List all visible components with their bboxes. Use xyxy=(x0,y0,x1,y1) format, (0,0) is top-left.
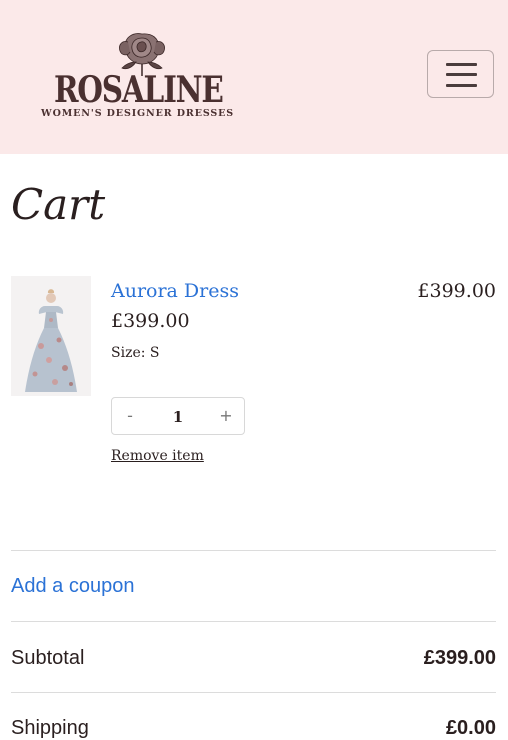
menu-toggle-button[interactable] xyxy=(427,50,494,98)
divider xyxy=(11,692,496,693)
quantity-stepper: - 1 + xyxy=(111,397,245,435)
item-size: Size: S xyxy=(111,345,160,361)
quantity-input[interactable]: 1 xyxy=(148,398,208,434)
decrement-quantity-button[interactable]: - xyxy=(112,398,148,434)
item-name-link[interactable]: Aurora Dress xyxy=(111,280,239,302)
divider xyxy=(11,621,496,622)
divider xyxy=(11,550,496,551)
logo-wordmark: ROSALINE xyxy=(54,69,224,111)
remove-item-link[interactable]: Remove item xyxy=(111,448,204,464)
item-line-total: £399.00 xyxy=(417,280,496,302)
increment-quantity-button[interactable]: + xyxy=(208,398,244,434)
product-thumbnail[interactable] xyxy=(11,276,91,396)
logo-tagline: WOMEN'S DESIGNER DRESSES xyxy=(41,108,235,119)
site-header: ROSALINE WOMEN'S DESIGNER DRESSES xyxy=(0,0,508,154)
add-coupon-link[interactable]: Add a coupon xyxy=(11,575,134,598)
subtotal-label: Subtotal xyxy=(11,647,85,669)
rosaline-logo[interactable]: ROSALINE WOMEN'S DESIGNER DRESSES xyxy=(40,28,235,120)
page-title: Cart xyxy=(11,180,106,229)
item-unit-price: £399.00 xyxy=(111,310,190,332)
subtotal-value: £399.00 xyxy=(423,647,496,669)
